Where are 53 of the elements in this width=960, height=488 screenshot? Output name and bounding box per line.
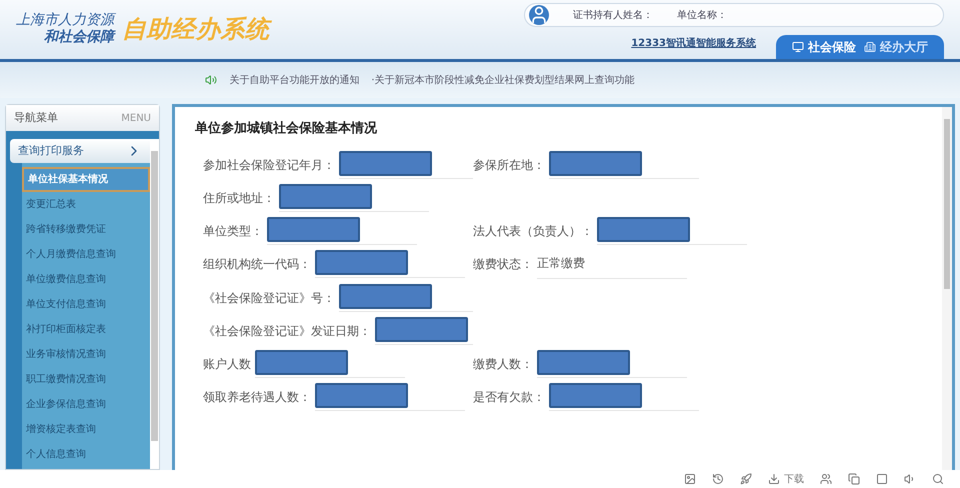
- field-label: 是否有欠款：: [473, 388, 545, 406]
- copy-icon[interactable]: [848, 473, 860, 485]
- search-icon[interactable]: [932, 473, 944, 485]
- window-icon[interactable]: [876, 473, 888, 485]
- field-label: 组织机构统一代码：: [203, 256, 311, 273]
- notice-link[interactable]: ·关于新冠本市阶段性减免企业社保费划型结果网上查询功能: [371, 72, 635, 88]
- nav-tab[interactable]: 经办大厅: [864, 38, 928, 56]
- field-label: 账户人数: [203, 356, 251, 372]
- menu-item[interactable]: 单位支付信息查询: [22, 292, 150, 317]
- holder-label: 证书持有人姓名：: [573, 8, 653, 22]
- users-icon[interactable]: [820, 473, 832, 485]
- image-icon[interactable]: [684, 473, 696, 485]
- field-label: 《社会保险登记证》发证日期：: [203, 322, 371, 340]
- field-label: 住所或地址：: [203, 190, 275, 206]
- logo-text: 和社会保障: [44, 29, 114, 46]
- field-label: 单位类型：: [203, 222, 263, 240]
- field-label: 参保所在地：: [473, 156, 545, 174]
- logo-text: 上海市人力资源: [16, 12, 114, 29]
- menu-item[interactable]: 业务审核情况查询: [22, 342, 150, 367]
- section-title: 单位参加城镇社会保险基本情况: [195, 120, 378, 138]
- menu-item[interactable]: 跨省转移缴费凭证: [22, 217, 150, 242]
- unit-label: 单位名称：: [677, 8, 727, 22]
- field-label: 缴费状态：: [473, 256, 533, 273]
- menu-item[interactable]: 职工缴费情况查询: [22, 367, 150, 392]
- menu-label: MENU: [121, 112, 151, 126]
- menu-item[interactable]: 个人月缴费信息查询: [22, 242, 150, 267]
- building-icon: [864, 41, 876, 53]
- menu-item[interactable]: 补打印柜面核定表: [22, 317, 150, 342]
- menu-item[interactable]: 增资核定表查询: [22, 417, 150, 442]
- speaker-icon[interactable]: [904, 473, 916, 485]
- download-icon: [768, 473, 780, 485]
- menu-item[interactable]: 单位社保基本情况: [22, 167, 150, 192]
- speaker-icon: [205, 74, 218, 86]
- menu-item[interactable]: 变更汇总表: [22, 192, 150, 217]
- field-label: 法人代表（负责人）：: [473, 222, 593, 240]
- menu-item[interactable]: 个人信息查询: [22, 442, 150, 467]
- field-label: 《社会保险登记证》号：: [203, 290, 335, 306]
- nav-tab[interactable]: 社会保险: [792, 38, 856, 56]
- rocket-icon[interactable]: [740, 473, 752, 485]
- field-label: 领取养老待遇人数：: [203, 388, 311, 406]
- sidebar-title: 导航菜单: [14, 110, 58, 126]
- download-button[interactable]: 下载: [768, 472, 804, 486]
- field-label: 缴费人数：: [473, 356, 533, 372]
- history-icon[interactable]: [712, 473, 724, 485]
- field-label: 参加社会保险登记年月：: [203, 156, 335, 174]
- field-value: 正常缴费: [537, 256, 585, 270]
- menu-item[interactable]: 单位缴费信息查询: [22, 267, 150, 292]
- service-link[interactable]: 12333智讯通智能服务系统: [631, 36, 756, 51]
- menu-item[interactable]: 企业参保信息查询: [22, 392, 150, 417]
- system-name: 自助经办系统: [122, 14, 270, 45]
- notice-link[interactable]: 关于自助平台功能开放的通知: [229, 72, 360, 88]
- menu-group[interactable]: 查询打印服务: [10, 139, 150, 163]
- monitor-icon: [792, 41, 804, 53]
